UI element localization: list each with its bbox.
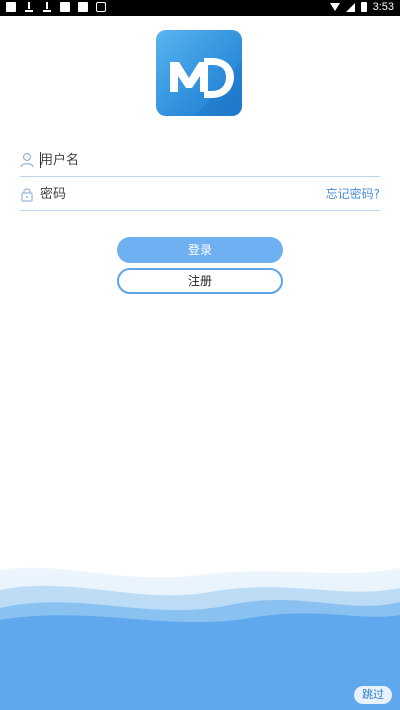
skip-button[interactable]: 跳过 (354, 686, 392, 704)
battery-icon (360, 2, 367, 12)
status-time: 3:53 (372, 1, 394, 13)
username-input[interactable] (40, 148, 300, 172)
password-input[interactable] (40, 182, 300, 206)
notification-icons (6, 2, 106, 12)
login-button[interactable]: 登录 (117, 237, 283, 263)
register-button[interactable]: 注册 (117, 268, 283, 294)
lock-icon (21, 188, 33, 202)
wifi-icon (329, 3, 340, 11)
username-field (20, 146, 380, 177)
signal-icon (345, 2, 355, 12)
password-field: 忘记密码? (20, 180, 380, 211)
app-logo (156, 30, 242, 116)
forgot-password-link[interactable]: 忘记密码? (326, 185, 380, 202)
text-cursor (40, 152, 41, 168)
user-icon (20, 152, 34, 168)
download-icon (24, 2, 34, 12)
app-notification-icon (78, 2, 88, 12)
status-bar: 3:53 (0, 0, 400, 16)
download-icon (42, 2, 52, 12)
app-notification-icon (6, 2, 16, 12)
system-icons: 3:53 (329, 1, 394, 13)
wave-decoration (0, 567, 400, 710)
app-notification-icon (60, 2, 70, 12)
app-notification-icon (96, 2, 106, 12)
md-logo-icon (170, 58, 242, 116)
